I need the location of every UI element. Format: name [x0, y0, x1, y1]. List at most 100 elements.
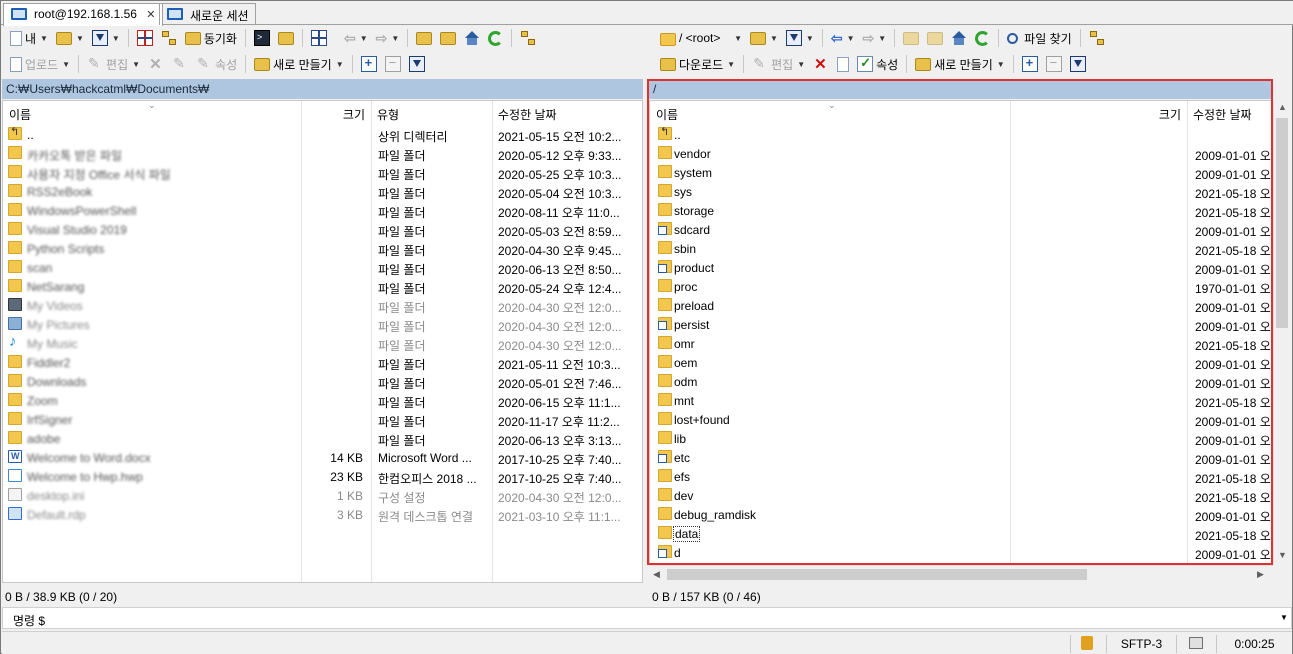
command-bar[interactable]: 명령 $ ▼: [2, 607, 1292, 629]
scroll-thumb[interactable]: [667, 569, 1087, 580]
rename-button[interactable]: [834, 53, 852, 75]
chevron-down-icon: ▼: [797, 59, 806, 69]
parent-dir-button[interactable]: [413, 27, 435, 49]
parent-dir-button[interactable]: [900, 27, 922, 49]
forward-arrow-icon: ⇨: [862, 29, 875, 46]
new-button[interactable]: 새로 만들기 ▼: [912, 53, 1007, 75]
edit-button[interactable]: 편집▼: [749, 53, 808, 75]
terminal-button[interactable]: [251, 27, 273, 49]
table-row[interactable]: adobe 파일 폴더 2020-06-13 오후 3:13...: [3, 429, 642, 448]
table-row[interactable]: Downloads 파일 폴더 2020-05-01 오전 7:46...: [3, 372, 642, 391]
table-row[interactable]: RSS2eBook 파일 폴더 2020-05-04 오전 10:3...: [3, 182, 642, 201]
connection-status: [1176, 635, 1216, 653]
local-file-list[interactable]: 이름 ⌄ 크기 유형 수정한 날짜 .. 상위 디렉터리 2021-05-15 오전…: [2, 100, 643, 583]
highlight-box: [647, 79, 1273, 565]
table-row[interactable]: WindowsPowerShell 파일 폴더 2020-08-11 오후 11:0…: [3, 201, 642, 220]
table-row[interactable]: Visual Studio 2019 파일 폴더 2020-05-03 오전 8:5…: [3, 220, 642, 239]
root-dir-button[interactable]: [924, 27, 946, 49]
table-row[interactable]: My Videos 파일 폴더 2020-04-30 오전 12:0...: [3, 296, 642, 315]
queue-button[interactable]: [275, 27, 297, 49]
unselect-button[interactable]: [1043, 53, 1065, 75]
table-row[interactable]: Default.rdp 3 KB 원격 데스크톱 연결 2021-03-10 오후 1…: [3, 505, 642, 524]
back-button[interactable]: ⇦ ▼: [341, 27, 371, 49]
back-button[interactable]: ⇦ ▼: [828, 27, 858, 49]
tree-button[interactable]: [158, 27, 180, 49]
filter-button[interactable]: ▼: [783, 27, 817, 49]
table-row[interactable]: .. 상위 디렉터리 2021-05-15 오전 10:2...: [3, 125, 642, 144]
upload-button[interactable]: 업로드 ▼: [7, 53, 73, 75]
table-row[interactable]: My Pictures 파일 폴더 2020-04-30 오전 12:0...: [3, 315, 642, 334]
edit-button[interactable]: 편집▼: [84, 53, 143, 75]
table-row[interactable]: Welcome to Hwp.hwp 23 KB 한컴오피스 2018 ... 201…: [3, 467, 642, 486]
download-button[interactable]: 다운로드 ▼: [657, 53, 738, 75]
table-row[interactable]: Python Scripts 파일 폴더 2020-04-30 오후 9:45...: [3, 239, 642, 258]
file-name: Python Scripts: [27, 242, 105, 256]
refresh-button[interactable]: [485, 27, 506, 49]
delete-button[interactable]: [810, 53, 832, 75]
forward-button[interactable]: ⇨ ▼: [373, 27, 403, 49]
close-tab-icon[interactable]: ✕: [146, 9, 155, 21]
home-button[interactable]: [948, 27, 970, 49]
table-row[interactable]: Welcome to Word.docx 14 KB Microsoft Word …: [3, 448, 642, 467]
file-type: 파일 폴더: [378, 187, 426, 201]
table-row[interactable]: desktop.ini 1 KB 구성 설정 2020-04-30 오전 12:0..…: [3, 486, 642, 505]
select-all-button[interactable]: [1019, 53, 1041, 75]
root-dir-button[interactable]: [437, 27, 459, 49]
open-folder-button[interactable]: ▼: [747, 27, 781, 49]
separator: [511, 29, 513, 47]
tab-new-session[interactable]: 새로운 세션: [159, 3, 256, 25]
file-name: My Pictures: [27, 318, 90, 332]
forward-button[interactable]: ⇨ ▼: [860, 27, 890, 49]
open-folder-button[interactable]: ▼: [53, 27, 87, 49]
table-row[interactable]: 사용자 지정 Office 서식 파일 파일 폴더 2020-05-25 오후 10…: [3, 163, 642, 182]
scroll-right-icon[interactable]: ▶: [1257, 569, 1264, 580]
local-location-dropdown[interactable]: 내 ▼: [7, 27, 51, 49]
table-row[interactable]: Fiddler2 파일 폴더 2021-05-11 오전 10:3...: [3, 353, 642, 372]
filter-select-button[interactable]: [1067, 53, 1089, 75]
table-row[interactable]: IrfSigner 파일 폴더 2020-11-17 오후 11:2...: [3, 410, 642, 429]
compare-button[interactable]: [134, 27, 156, 49]
table-row[interactable]: NetSarang 파일 폴더 2020-05-24 오후 12:4...: [3, 277, 642, 296]
back-arrow-icon: ⇦: [830, 29, 843, 46]
tab-session-root[interactable]: root@192.168.1.56 ✕: [3, 3, 163, 26]
tree-toggle-button[interactable]: [1086, 27, 1108, 49]
file-type: 파일 폴더: [378, 168, 426, 182]
properties-button[interactable]: 속성: [193, 53, 240, 75]
column-name[interactable]: 이름: [3, 101, 37, 123]
select-all-button[interactable]: [358, 53, 380, 75]
properties-button[interactable]: 속성: [854, 53, 901, 75]
column-size[interactable]: 크기: [301, 101, 371, 123]
column-type[interactable]: 유형: [371, 101, 405, 123]
sync-label: 동기화: [203, 31, 237, 46]
refresh-button[interactable]: [972, 27, 993, 49]
find-files-button[interactable]: 파일 찾기: [1004, 27, 1075, 49]
rename-button[interactable]: [169, 53, 191, 75]
sync-button[interactable]: 동기화: [182, 27, 240, 49]
file-modified: 2020-06-13 오전 8:50...: [498, 263, 622, 277]
column-modified[interactable]: 수정한 날짜: [492, 101, 563, 123]
scroll-down-icon[interactable]: ▼: [1278, 550, 1287, 560]
drive-icon: [10, 30, 22, 46]
tree-toggle-button[interactable]: [517, 27, 539, 49]
scroll-up-icon[interactable]: ▲: [1278, 102, 1287, 112]
table-row[interactable]: 카카오톡 받은 파일 파일 폴더 2020-05-12 오후 9:33...: [3, 144, 642, 163]
scroll-thumb[interactable]: [1276, 118, 1288, 328]
root-folder-icon: [927, 31, 944, 45]
sort-arrow-icon: ⌄: [148, 100, 156, 110]
filter-button[interactable]: ▼: [89, 27, 123, 49]
table-row[interactable]: Zoom 파일 폴더 2020-06-15 오후 11:1...: [3, 391, 642, 410]
remote-location-dropdown[interactable]: / <root> ▼: [657, 27, 745, 49]
local-path-bar[interactable]: C:₩Users₩hackcatml₩Documents₩: [2, 79, 643, 99]
unselect-button[interactable]: [382, 53, 404, 75]
preferences-button[interactable]: [308, 27, 330, 49]
remote-vertical-scrollbar[interactable]: ▲ ▼: [1273, 100, 1290, 565]
chevron-down-icon[interactable]: ▼: [1280, 613, 1288, 622]
remote-horizontal-scrollbar[interactable]: ◀ ▶: [649, 565, 1273, 582]
filter-select-button[interactable]: [406, 53, 428, 75]
table-row[interactable]: scan 파일 폴더 2020-06-13 오전 8:50...: [3, 258, 642, 277]
home-button[interactable]: [461, 27, 483, 49]
scroll-left-icon[interactable]: ◀: [653, 569, 660, 580]
delete-button[interactable]: [145, 53, 167, 75]
new-button[interactable]: 새로 만들기 ▼: [251, 53, 346, 75]
table-row[interactable]: My Music 파일 폴더 2020-04-30 오전 12:0...: [3, 333, 642, 353]
